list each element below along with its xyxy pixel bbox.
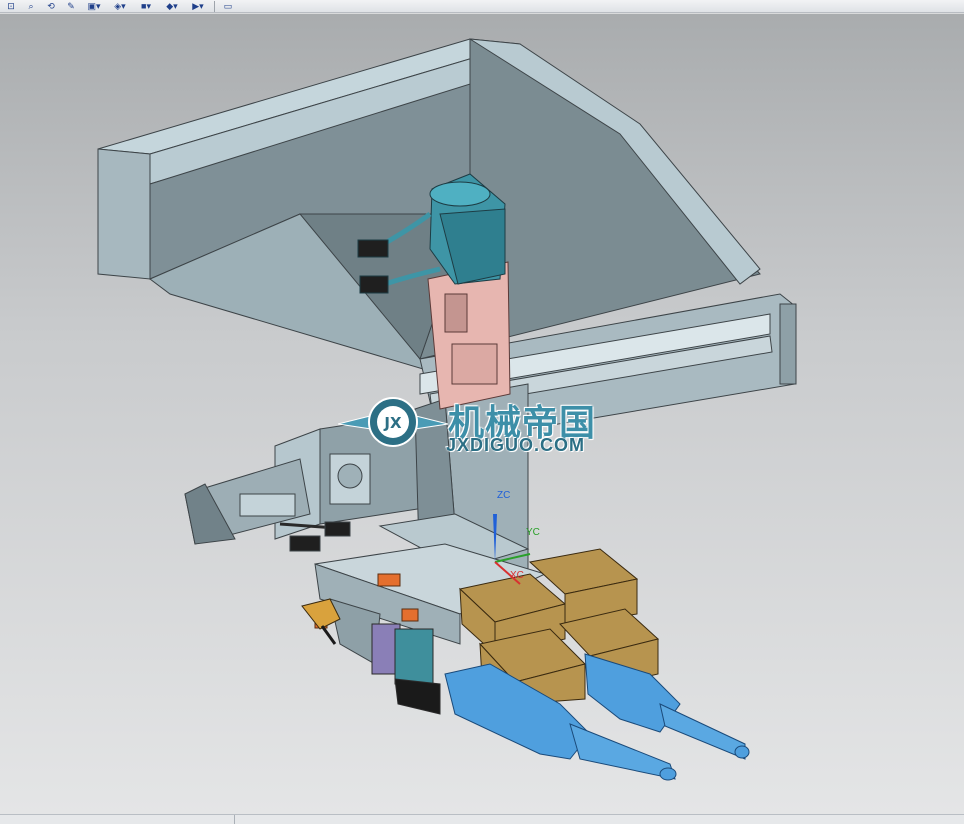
shaded-cube-icon[interactable]: ■▾ xyxy=(134,0,158,12)
render-style-icon[interactable]: ◈▾ xyxy=(108,0,132,12)
cad-viewport[interactable]: ZC YC XC JX 机械帝国 JXDIGUO.COM xyxy=(0,14,964,814)
fit-view-icon[interactable]: ⊡ xyxy=(2,0,20,12)
gear-wings-logo-icon: JX xyxy=(338,397,448,447)
zoom-icon[interactable]: ⌕ xyxy=(22,0,40,12)
axis-yc-label: YC xyxy=(526,527,540,538)
watermark-url: JXDIGUO.COM xyxy=(446,435,586,455)
toolbar-separator xyxy=(214,0,215,12)
site-watermark: JX 机械帝国 JXDIGUO.COM xyxy=(338,394,638,456)
pink-bracket xyxy=(427,261,511,410)
rotate-icon[interactable]: ⟲ xyxy=(42,0,60,12)
measure-icon[interactable]: ▭ xyxy=(219,0,237,12)
axis-zc-label: ZC xyxy=(497,490,511,501)
logo-emblem-text: JX xyxy=(383,414,402,432)
axis-xc-label: XC xyxy=(510,570,524,581)
view-toolbar: ⊡ ⌕ ⟲ ✎ ▣▾ ◈▾ ■▾ ◆▾ ▶▾ ▭ xyxy=(0,0,964,13)
snap-icon[interactable]: ▶▾ xyxy=(186,0,210,12)
section-view-icon[interactable]: ◆▾ xyxy=(160,0,184,12)
pan-icon[interactable]: ✎ xyxy=(62,0,80,12)
sensor-block xyxy=(371,623,441,715)
welding-guns xyxy=(444,653,750,781)
view-orient-icon[interactable]: ▣▾ xyxy=(82,0,106,12)
